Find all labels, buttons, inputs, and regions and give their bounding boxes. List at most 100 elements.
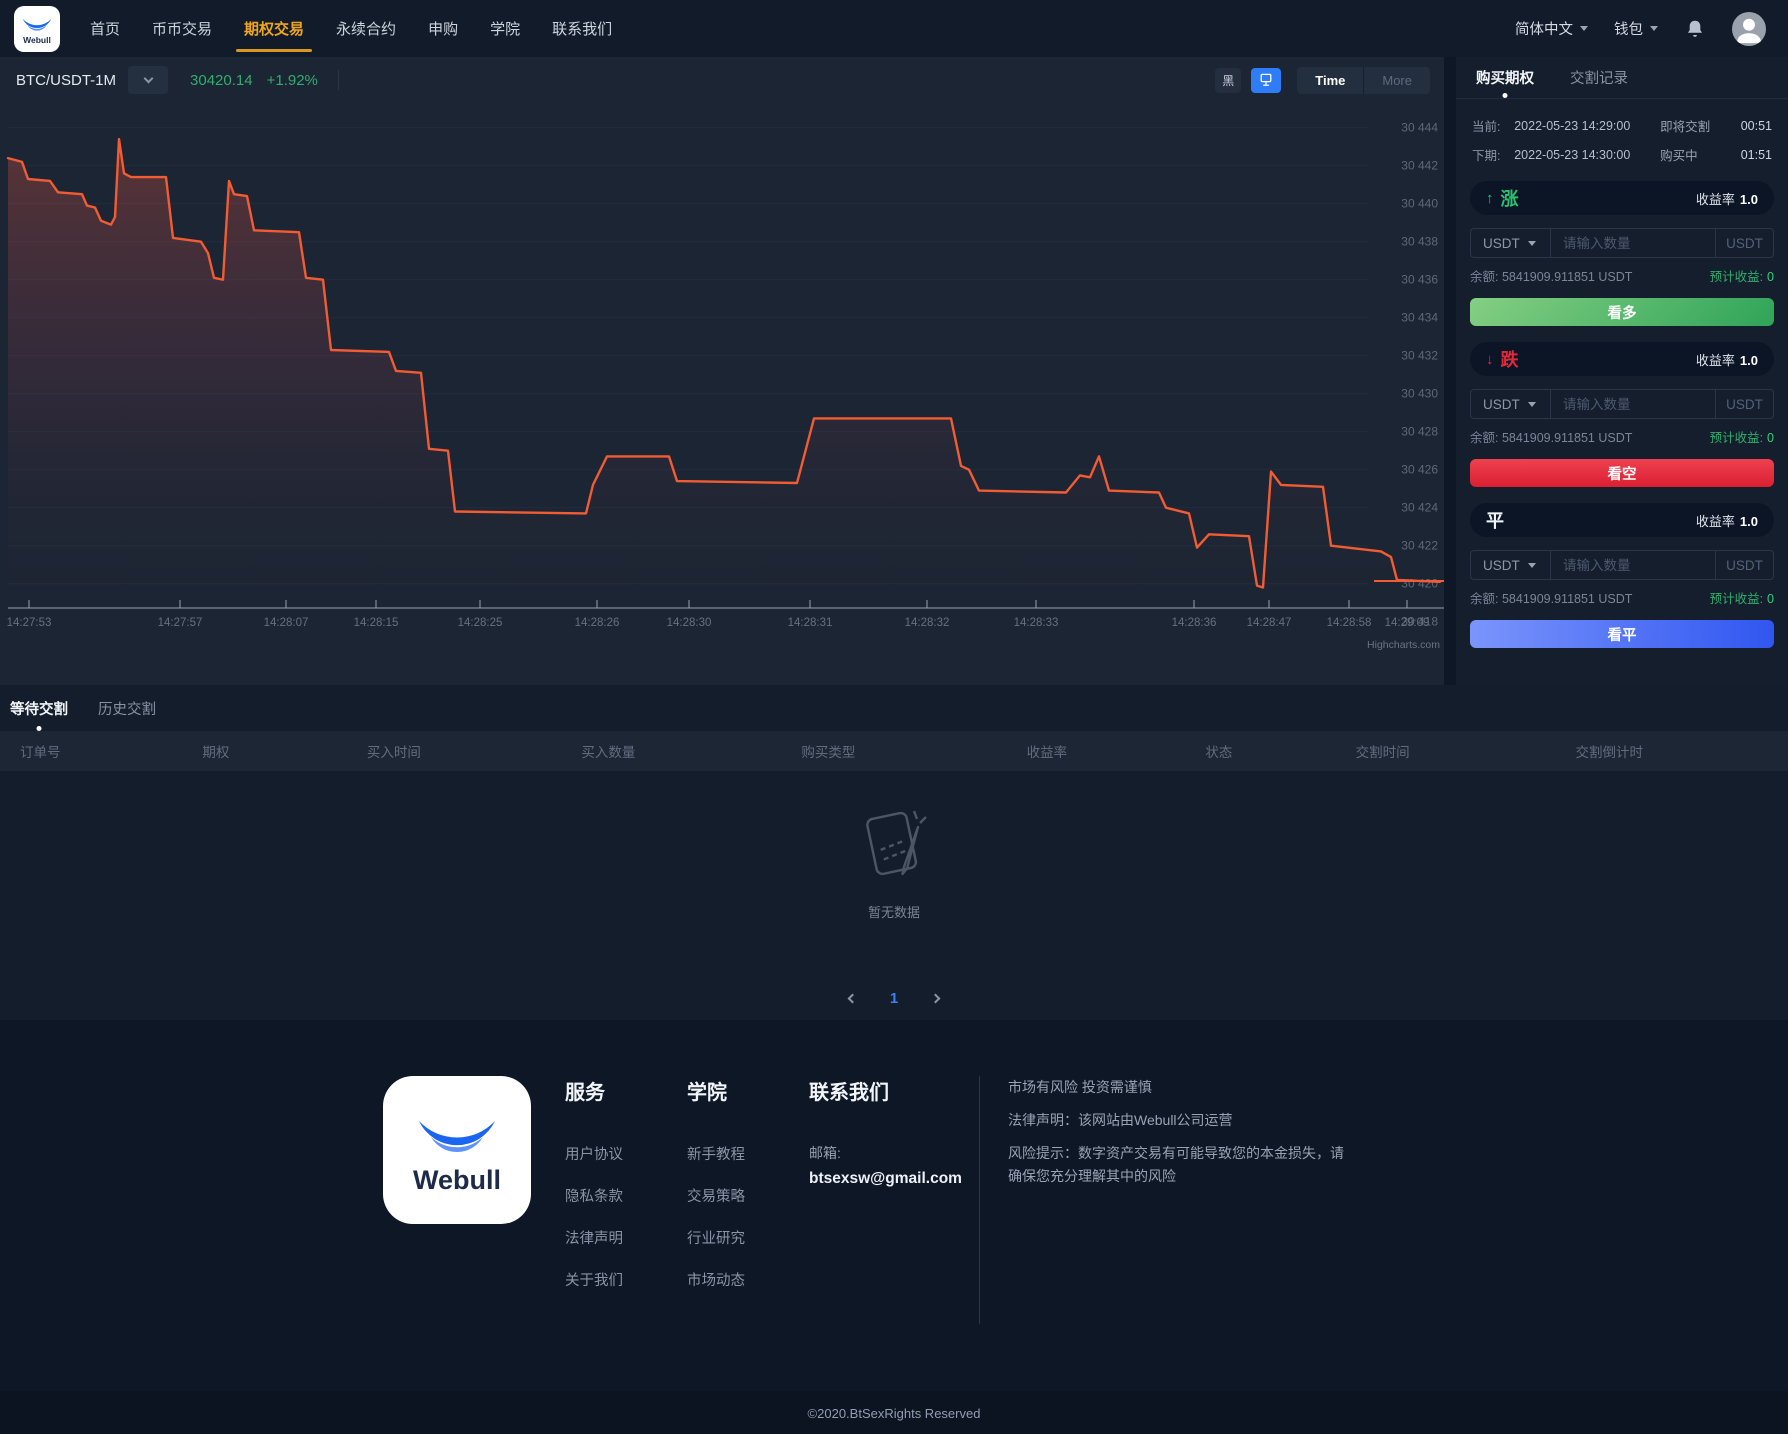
balance-label: 余额: (1470, 270, 1499, 284)
rate-value: 1.0 (1739, 191, 1758, 207)
symbol-dropdown[interactable] (128, 66, 169, 94)
email-address[interactable]: btsexsw@gmail.com (809, 1170, 969, 1188)
current-round-row: 当前: 2022-05-23 14:29:00 即将交割 00:51 (1472, 111, 1772, 140)
svg-text:14:28:47: 14:28:47 (1247, 617, 1292, 629)
price-chart[interactable]: 30 444 30 442 30 440 30 438 30 436 30 434 30 4… (0, 103, 1444, 655)
column-order-id: 订单号 (20, 745, 61, 760)
tab-history-settlement[interactable]: 历史交割 (98, 698, 156, 719)
email-label: 邮箱: (809, 1145, 841, 1161)
current-round-label: 当前: (1472, 120, 1501, 134)
tab-pending-settlement[interactable]: 等待交割 (10, 698, 68, 719)
footer-link-about[interactable]: 关于我们 (565, 1269, 653, 1290)
interval-more-button[interactable]: More (1363, 66, 1430, 94)
profit-label: 预计收益: (1709, 431, 1764, 445)
user-avatar[interactable] (1732, 11, 1766, 46)
copyright-bar: ©2020.BtSexRights Reserved (0, 1391, 1788, 1434)
section-up-label: 涨 (1500, 189, 1519, 209)
nav-item-contact[interactable]: 联系我们 (550, 0, 614, 57)
footer-heading-services: 服务 (565, 1082, 605, 1104)
svg-text:14:28:33: 14:28:33 (1014, 617, 1059, 629)
tab-buy-options[interactable]: 购买期权 (1476, 67, 1534, 88)
last-price: 30420.14 (190, 71, 253, 89)
buy-down-button[interactable]: 看空 (1470, 459, 1774, 487)
tab-settlement-records[interactable]: 交割记录 (1570, 67, 1628, 88)
logo-text: Webull (23, 34, 51, 45)
top-nav: Webull 首页 币币交易 期权交易 永续合约 申购 学院 联系我们 简体中文… (0, 0, 1788, 57)
section-flat: 平 收益率1.0 USDT USDT 余额: 5841909.911851 US… (1470, 503, 1774, 648)
profit-value: 0 (1767, 431, 1774, 445)
footer-link-tutorial[interactable]: 新手教程 (687, 1143, 775, 1164)
column-buy-amount: 买入数量 (581, 745, 636, 760)
amount-unit: USDT (1715, 229, 1773, 257)
balance-value: 5841909.911851 USDT (1501, 431, 1633, 445)
wallet-menu[interactable]: 钱包 (1614, 18, 1658, 39)
currency-select-down[interactable]: USDT (1471, 390, 1551, 418)
svg-text:14:28:36: 14:28:36 (1172, 617, 1217, 629)
balance-label: 余额: (1470, 592, 1499, 606)
arrow-up-icon: ↑ (1486, 189, 1494, 207)
currency-select-up[interactable]: USDT (1471, 229, 1551, 257)
chevron-down-icon (143, 73, 153, 84)
risk-line: 市场有风险 投资需谨慎 (1008, 1079, 1152, 1095)
trade-panel: 购买期权 交割记录 当前: 2022-05-23 14:29:00 即将交割 0… (1456, 57, 1788, 685)
nav-item-options-trade[interactable]: 期权交易 (236, 0, 313, 57)
chevron-down-icon (1650, 26, 1658, 31)
interval-time-button[interactable]: Time (1297, 67, 1363, 94)
amount-input-flat[interactable] (1551, 551, 1715, 579)
buy-flat-button[interactable]: 看平 (1470, 620, 1774, 648)
currency-label: USDT (1483, 235, 1520, 251)
column-buy-time: 买入时间 (366, 745, 421, 760)
chevron-left-icon (847, 993, 858, 1003)
nav-item-academy[interactable]: 学院 (488, 0, 522, 57)
nav-item-home[interactable]: 首页 (88, 0, 122, 57)
svg-text:30 424: 30 424 (1401, 501, 1438, 515)
currency-select-flat[interactable]: USDT (1471, 551, 1551, 579)
column-status: 状态 (1205, 745, 1233, 760)
profit-value: 0 (1767, 270, 1774, 284)
footer-link-user-agreement[interactable]: 用户协议 (565, 1143, 653, 1164)
svg-text:30 442: 30 442 (1401, 159, 1438, 173)
next-round-countdown: 01:51 (1740, 147, 1772, 162)
wallet-label: 钱包 (1614, 22, 1643, 38)
footer-link-legal[interactable]: 法律声明 (565, 1227, 653, 1248)
footer-link-strategy[interactable]: 交易策略 (687, 1185, 775, 1206)
next-round-status: 购买中 (1660, 149, 1698, 163)
rate-label: 收益率 (1695, 352, 1735, 368)
amount-input-up[interactable] (1551, 229, 1715, 257)
footer-link-privacy[interactable]: 隐私条款 (565, 1185, 653, 1206)
page-number[interactable]: 1 (890, 990, 898, 1007)
balance-label: 余额: (1470, 431, 1499, 445)
profit-label: 预计收益: (1709, 592, 1764, 606)
nav-item-subscribe[interactable]: 申购 (426, 0, 460, 57)
amount-input-down[interactable] (1551, 390, 1715, 418)
rate-value: 1.0 (1739, 513, 1758, 529)
footer-link-research[interactable]: 行业研究 (687, 1227, 775, 1248)
column-option: 期权 (202, 745, 230, 760)
svg-text:30 438: 30 438 (1401, 235, 1438, 249)
risk-line: 法律声明：该网站由Webull公司运营 (1008, 1111, 1233, 1128)
change-percent: +1.92% (266, 71, 318, 89)
footer-link-market-news[interactable]: 市场动态 (687, 1269, 775, 1290)
webull-logo[interactable]: Webull (14, 5, 60, 52)
next-page-button[interactable] (930, 993, 941, 1003)
column-rate: 收益率 (1026, 745, 1068, 760)
theme-dark-button[interactable]: 黑 (1215, 67, 1242, 93)
balance-value: 5841909.911851 USDT (1501, 592, 1633, 606)
empty-state-text: 暂无数据 (867, 905, 920, 920)
language-selector[interactable]: 简体中文 (1515, 18, 1588, 39)
nav-item-spot-trade[interactable]: 币币交易 (150, 0, 214, 57)
prev-page-button[interactable] (847, 993, 858, 1003)
footer-divider (979, 1076, 980, 1324)
copyright-text: ©2020.BtSexRights Reserved (807, 1405, 981, 1421)
amount-unit: USDT (1715, 390, 1773, 418)
nav-item-perpetual[interactable]: 永续合约 (334, 0, 398, 57)
svg-text:30 444: 30 444 (1401, 121, 1438, 135)
chart-style-button[interactable] (1251, 67, 1282, 93)
profit-value: 0 (1767, 592, 1774, 606)
profit-label: 预计收益: (1709, 270, 1764, 284)
bell-icon[interactable] (1684, 18, 1706, 40)
buy-up-button[interactable]: 看多 (1470, 298, 1774, 326)
svg-text:14:28:15: 14:28:15 (354, 617, 399, 629)
pagination: 1 (0, 976, 1788, 1020)
risk-line: 确保您充分理解其中的风险 (1008, 1168, 1176, 1185)
